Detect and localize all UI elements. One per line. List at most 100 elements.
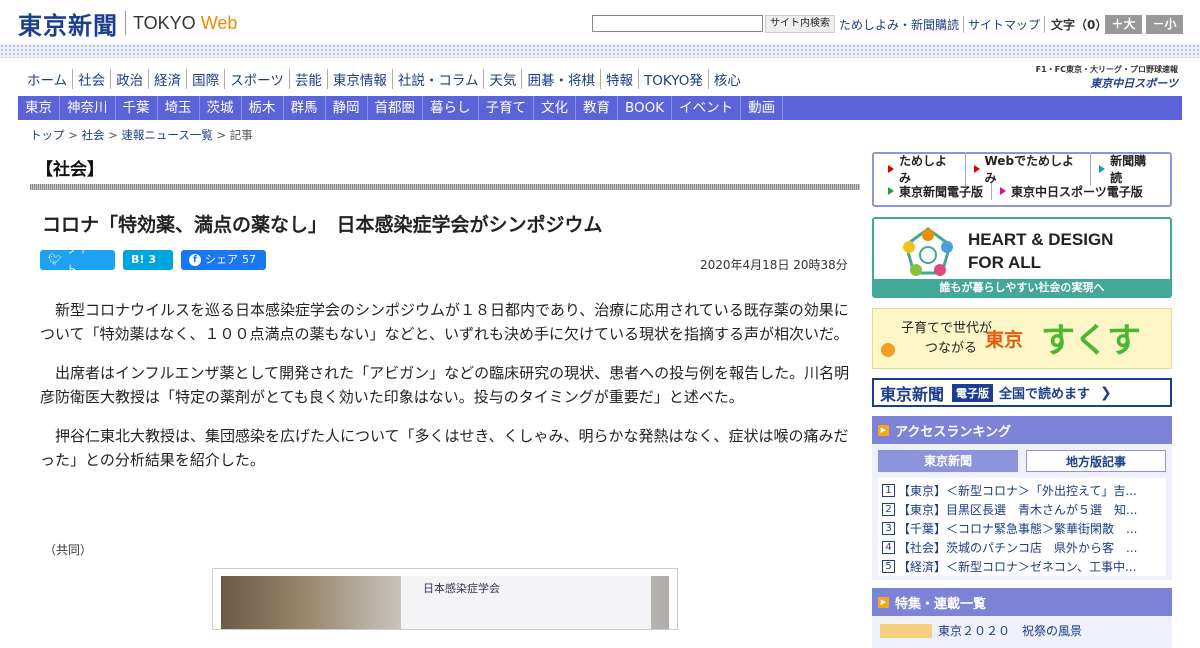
font-size-decrease-button[interactable]: －小	[1146, 15, 1183, 34]
nav-item-economy[interactable]: 経済	[149, 69, 188, 89]
facebook-icon: f	[189, 254, 201, 266]
ranking-item[interactable]: 5 【経済】＜新型コロナ＞ゼネコン、工事中...	[882, 557, 1162, 576]
link-trial-read[interactable]: ためしよみ	[880, 152, 966, 186]
facebook-share-count: 57	[242, 253, 256, 266]
feature-item-label: 東京２０２０ 祝祭の風景	[938, 624, 1083, 638]
sub-nav: 東京 神奈川 千葉 埼玉 茨城 栃木 群馬 静岡 首都圏 暮らし 子育て 文化 …	[18, 96, 1182, 120]
feature-thumbnail	[880, 623, 932, 638]
triangle-bullet-icon	[888, 187, 894, 195]
ranking-title: アクセスランキング	[895, 424, 1011, 440]
site-search-input[interactable]	[592, 15, 763, 32]
font-size-label: 文字（0）	[1051, 18, 1108, 32]
header-link-sitemap[interactable]: サイトマップ	[964, 16, 1046, 33]
article-paragraph: 新型コロナウイルスを巡る日本感染症学会のシンポジウムが１８日都内であり、治療に応…	[40, 301, 849, 343]
link-web-trial[interactable]: Webでためしよみ	[966, 152, 1092, 186]
triangle-bullet-icon	[1000, 187, 1007, 195]
nav-item-special-report[interactable]: 特報	[601, 69, 639, 89]
nav-item-politics[interactable]: 政治	[111, 69, 150, 89]
breadcrumb-current: 記事	[229, 128, 253, 142]
access-ranking-box: ▶ アクセスランキング 東京新聞 地方版記事 1 【東京】＜新型コロナ＞「外出控え…	[872, 416, 1172, 580]
site-search-button[interactable]: サイト内検索	[765, 15, 835, 33]
subnav-item-ibaraki[interactable]: 茨城	[200, 96, 242, 120]
subnav-item-shizuoka[interactable]: 静岡	[326, 96, 368, 120]
subnav-item-parenting[interactable]: 子育て	[479, 96, 534, 120]
nav-item-editorial[interactable]: 社説・コラム	[393, 69, 485, 89]
nav-item-weather[interactable]: 天気	[484, 69, 523, 89]
subnav-item-video[interactable]: 動画	[741, 96, 784, 120]
rank-title[interactable]: 【社会】茨城のパチンコ店 県外から客 ...	[898, 539, 1162, 556]
digital-edition-banner[interactable]: 東京新聞 電子版 全国で読めます ❯	[872, 378, 1172, 407]
rank-title[interactable]: 【経済】＜新型コロナ＞ゼネコン、工事中...	[898, 558, 1162, 575]
sukusuku-tagline-2: つながる	[925, 341, 978, 356]
ranking-item[interactable]: 1 【東京】＜新型コロナ＞「外出控えて」吉...	[882, 481, 1162, 500]
facebook-share-label: シェア	[205, 253, 238, 266]
link-chunichi-digital-label: 東京中日スポーツ電子版	[1011, 184, 1143, 199]
sukusuku-tokyo: 東京	[985, 329, 1024, 351]
header-divider	[0, 44, 1200, 58]
twitter-bird-icon: 🐦︎	[48, 253, 62, 266]
subscription-links-box: ためしよみ Webでためしよみ 新聞購読 東京新聞電子版 東京中日スポーツ電子版	[872, 152, 1172, 207]
nav-item-world[interactable]: 国際	[187, 69, 226, 89]
subnav-item-chiba[interactable]: 千葉	[116, 96, 158, 120]
ranking-item[interactable]: 3 【千葉】＜コロナ緊急事態＞繁華街閑散 ...	[882, 519, 1162, 538]
subnav-item-gunma[interactable]: 群馬	[284, 96, 326, 120]
article-photo[interactable]: 日本感染症学会	[212, 568, 678, 630]
chunichi-logo: 東京中日スポーツ	[1090, 77, 1178, 90]
edition-text: 全国で読めます	[999, 387, 1091, 402]
subnav-item-book[interactable]: BOOK	[618, 96, 673, 120]
features-header: ▶ 特集・連載一覧	[872, 588, 1172, 616]
tweet-button[interactable]: 🐦︎ ツイート	[40, 243, 115, 276]
rank-title[interactable]: 【東京】目黒区長選 青木さんが５選 知...	[898, 501, 1162, 518]
tokyo-sukusuku-banner[interactable]: 子育てで世代が つながる 東京 すくすく	[872, 308, 1172, 369]
nav-item-society[interactable]: 社会	[73, 69, 112, 89]
link-subscribe[interactable]: 新聞購読	[1091, 152, 1164, 186]
nav-item-tokyo-hatsu[interactable]: TOKYO発	[639, 69, 709, 89]
article-credit: （共同）	[44, 543, 93, 557]
article-headline: コロナ「特効薬、満点の薬なし」 日本感染症学会がシンポジウム	[42, 214, 603, 236]
article-body: 新型コロナウイルスを巡る日本感染症学会のシンポジウムが１８日都内であり、治療に応…	[40, 298, 852, 487]
subnav-item-culture[interactable]: 文化	[534, 96, 576, 120]
edition-logo: 東京新聞	[880, 384, 945, 404]
nav-item-sports[interactable]: スポーツ	[225, 69, 290, 89]
ranking-item[interactable]: 2 【東京】目黒区長選 青木さんが５選 知...	[882, 500, 1162, 519]
facebook-share-button[interactable]: f シェア 57	[181, 250, 266, 270]
header-link-subscribe[interactable]: ためしよみ・新聞購読	[835, 16, 965, 33]
nav-item-tokyo-info[interactable]: 東京情報	[328, 69, 393, 89]
breadcrumb-news-list[interactable]: 速報ニュース一覧	[121, 128, 212, 142]
feature-item[interactable]: 東京２０２０ 祝祭の風景	[872, 616, 1172, 645]
subnav-item-living[interactable]: 暮らし	[423, 96, 479, 120]
subnav-item-kanagawa[interactable]: 神奈川	[60, 96, 116, 120]
play-arrow-icon: ▶	[878, 424, 889, 436]
subnav-item-tokyo[interactable]: 東京	[18, 96, 60, 120]
nav-item-home[interactable]: ホーム	[22, 69, 74, 89]
hatena-bookmark-button[interactable]: B! 3	[123, 250, 173, 270]
rank-title[interactable]: 【東京】＜新型コロナ＞「外出控えて」吉...	[898, 482, 1162, 499]
nav-item-go-shogi[interactable]: 囲碁・将棋	[522, 69, 601, 89]
nav-item-core[interactable]: 核心	[709, 69, 746, 89]
link-chunichi-digital[interactable]: 東京中日スポーツ電子版	[992, 183, 1151, 200]
subnav-item-event[interactable]: イベント	[672, 96, 742, 120]
tab-local-edition[interactable]: 地方版記事	[1026, 450, 1166, 472]
rank-number: 3	[882, 522, 895, 535]
tab-tokyo-shimbun[interactable]: 東京新聞	[878, 450, 1018, 472]
breadcrumb-top[interactable]: トップ	[30, 128, 65, 142]
ranking-item[interactable]: 4 【社会】茨城のパチンコ店 県外から客 ...	[882, 538, 1162, 557]
link-digital-edition[interactable]: 東京新聞電子版	[880, 182, 993, 200]
nav-item-entertainment[interactable]: 芸能	[290, 69, 328, 89]
site-logo[interactable]: 東京新聞 TOKYO Web	[18, 8, 237, 40]
chunichi-sports-link[interactable]: F1・FC東京・大リーグ・プロ野球速報 東京中日スポーツ	[1036, 64, 1178, 91]
font-size-increase-button[interactable]: ＋大	[1105, 15, 1142, 34]
rank-title[interactable]: 【千葉】＜コロナ緊急事態＞繁華街閑散 ...	[898, 520, 1162, 537]
subnav-item-tochigi[interactable]: 栃木	[242, 96, 284, 120]
subnav-item-saitama[interactable]: 埼玉	[158, 96, 200, 120]
triangle-bullet-icon	[973, 165, 980, 173]
subnav-item-education[interactable]: 教育	[576, 96, 618, 120]
edition-badge: 電子版	[952, 383, 994, 402]
triangle-bullet-icon	[888, 165, 894, 173]
breadcrumb-society[interactable]: 社会	[81, 128, 104, 142]
subnav-item-metropolitan[interactable]: 首都圏	[368, 96, 423, 120]
main-nav: ホーム 社会 政治 経済 国際 スポーツ 芸能 東京情報 社説・コラム 天気 囲…	[22, 68, 746, 90]
heart-design-banner[interactable]: HEART & DESIGN FOR ALL 誰もが暮らしやすい社会の実現へ	[872, 217, 1172, 298]
flower-icon	[881, 343, 895, 357]
play-arrow-icon: ▶	[878, 596, 889, 608]
